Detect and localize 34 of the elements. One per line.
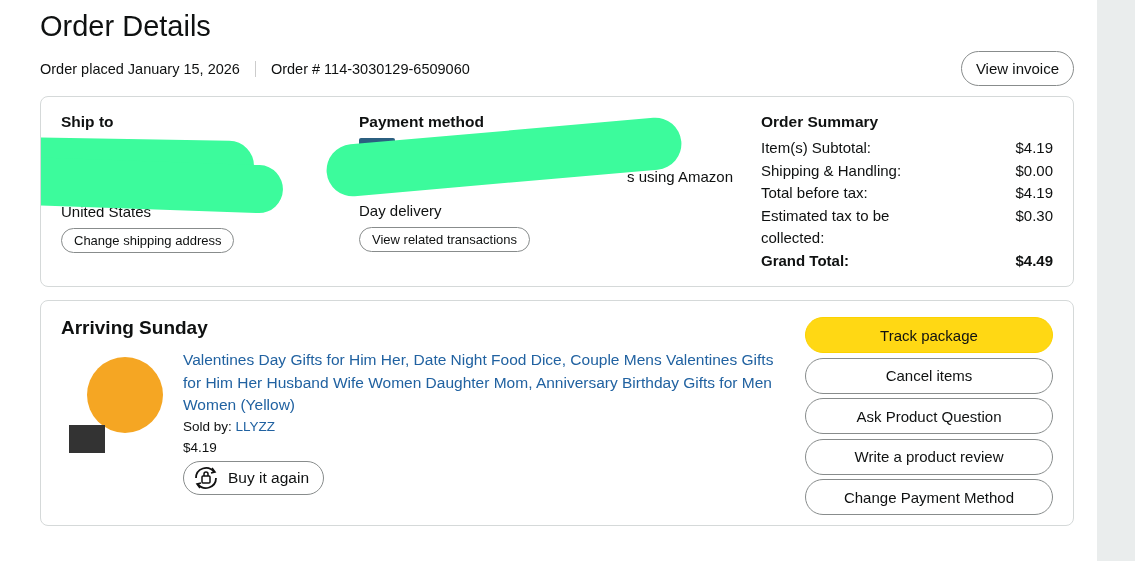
address-country: United States: [61, 202, 152, 222]
action-button[interactable]: Track package: [805, 317, 1053, 353]
summary-value: $4.19: [1015, 183, 1053, 203]
product-price: $4.19: [183, 439, 217, 455]
product-title-link[interactable]: Valentines Day Gifts for Him Her, Date Night Food Dice, Couple Mens Valentines Gifts for Him Her Husband Wife Women Daughter Mom, Anniversary Birthday Gifts for Men Women (Yellow): [183, 349, 783, 417]
payment-text: s using Amazon: [627, 168, 733, 185]
summary-value: $4.19: [1015, 138, 1053, 158]
summary-value: $0.00: [1015, 160, 1053, 181]
summary-label: Grand Total:: [761, 250, 851, 271]
delivery-heading: Arriving Sunday: [61, 317, 209, 339]
summary-value: $4.49: [1015, 250, 1053, 271]
action-button[interactable]: Change Payment Method: [805, 479, 1053, 515]
payment-heading: Payment method: [359, 113, 484, 131]
summary-label: Estimated tax to be collected:: [761, 205, 891, 248]
change-address-button[interactable]: Change shipping address: [61, 228, 235, 253]
summary-label: Item(s) Subtotal:: [761, 138, 873, 158]
order-number: Order # 114-3030129-6509060: [270, 60, 470, 77]
action-button[interactable]: Ask Product Question: [805, 398, 1053, 434]
sold-by-label: Sold by:: [183, 418, 232, 434]
view-transactions-button[interactable]: View related transactions: [359, 227, 530, 252]
order-summary-heading: Order Summary: [761, 113, 879, 131]
ship-to-heading: Ship to: [61, 113, 114, 131]
summary-label: Total before tax:: [761, 183, 869, 203]
seller-link[interactable]: LLYZZ: [235, 418, 276, 434]
action-button[interactable]: Cancel items: [805, 357, 1053, 394]
order-date: Order placed January 15, 2026: [40, 60, 240, 77]
payment-text-line: Day delivery: [359, 201, 442, 221]
buy-again-button[interactable]: Buy it again: [183, 460, 324, 495]
view-invoice-button[interactable]: View invoice: [960, 51, 1074, 86]
action-button[interactable]: Write a product review: [805, 438, 1053, 475]
summary-label: Shipping & Handling:: [761, 160, 903, 181]
summary-value: $0.30: [1015, 205, 1053, 226]
page-title: Order Details: [40, 10, 212, 43]
reorder-icon: [192, 465, 220, 490]
